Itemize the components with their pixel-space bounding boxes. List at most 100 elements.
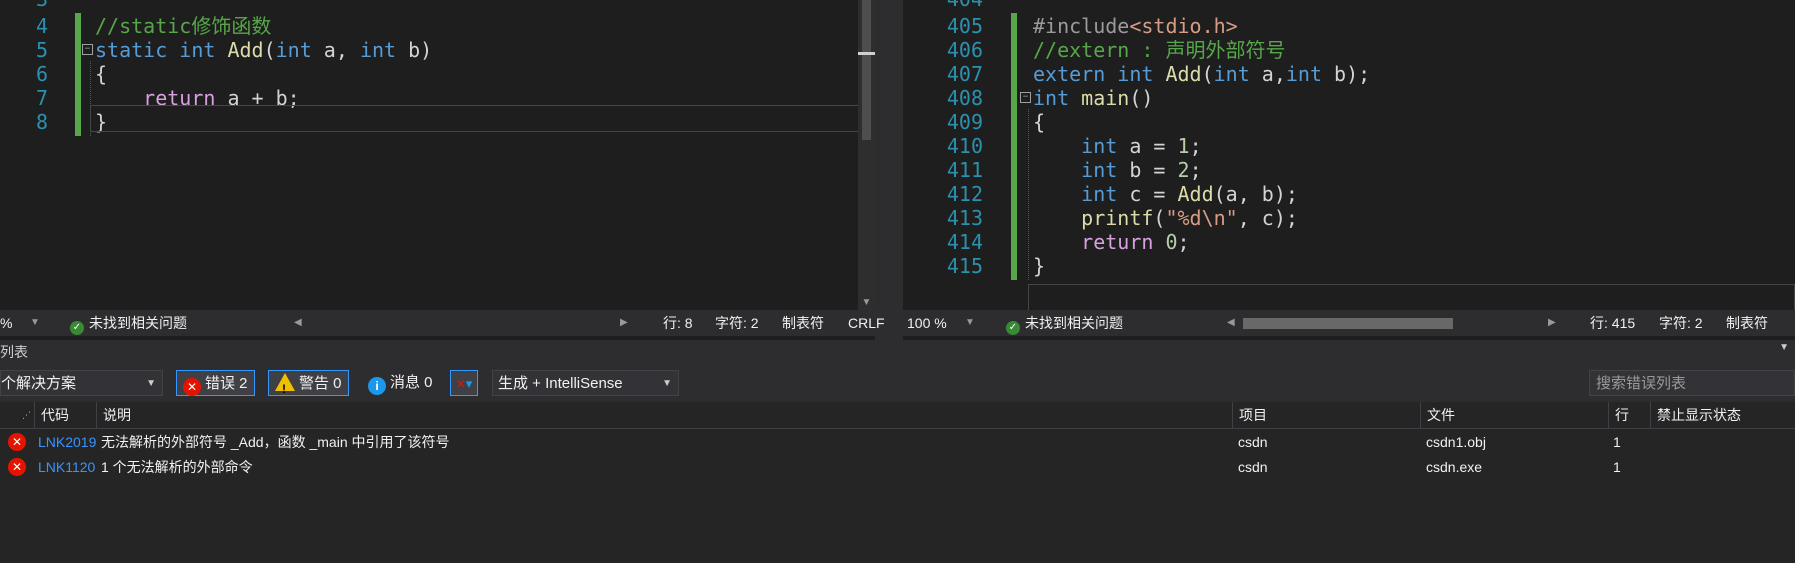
code-text: //static修饰函数 bbox=[95, 13, 271, 40]
indent-guide bbox=[1028, 229, 1029, 256]
table-row[interactable]: ✕ LNK1120 1 个无法解析的外部命令 csdn csdn.exe 1 bbox=[0, 455, 1795, 480]
line-indicator[interactable]: 行: 8 bbox=[663, 310, 693, 336]
horizontal-scroll-thumb[interactable] bbox=[1243, 318, 1453, 329]
line-number: 406 bbox=[946, 38, 983, 62]
line-indicator[interactable]: 行: 415 bbox=[1590, 310, 1635, 336]
code-line[interactable]: 414 return 0; bbox=[903, 229, 1795, 256]
scroll-right-icon[interactable]: ▶ bbox=[620, 310, 628, 336]
code-line[interactable]: 407 extern int Add(int a,int b); bbox=[903, 61, 1795, 88]
zoom-level[interactable]: % bbox=[0, 310, 12, 336]
code-token: ( bbox=[1153, 206, 1166, 230]
panel-menu-icon[interactable]: ▼ bbox=[1779, 342, 1789, 353]
code-line[interactable]: 6{ bbox=[0, 61, 875, 88]
column-code[interactable]: 代码 bbox=[34, 402, 96, 428]
error-code-link[interactable]: LNK2019 bbox=[38, 430, 98, 455]
code-text: printf("%d\n", c); bbox=[1033, 205, 1298, 232]
error-file: csdn.exe bbox=[1426, 459, 1483, 475]
char-indicator[interactable]: 字符: 2 bbox=[715, 310, 759, 336]
errors-filter-toggle[interactable]: ✕ 错误 2 bbox=[176, 370, 255, 396]
code-token: a, bbox=[311, 38, 360, 62]
sort-icon[interactable]: ⋰ bbox=[0, 402, 34, 428]
issues-indicator[interactable]: ✓ 未找到相关问题 bbox=[1006, 310, 1123, 336]
code-token: ( bbox=[263, 38, 276, 62]
build-filter-dropdown[interactable]: 生成 + IntelliSense ▼ bbox=[492, 370, 679, 396]
right-code-editor[interactable]: 404 405 #include<stdio.h> 406 //extern : 声明… bbox=[903, 0, 1795, 310]
code-line[interactable]: 411 int b = 2; bbox=[903, 157, 1795, 184]
code-token: printf bbox=[1081, 206, 1154, 230]
code-token: ; bbox=[1189, 158, 1202, 182]
code-line[interactable]: 4 //static修饰函数 bbox=[0, 13, 875, 40]
code-token: Add bbox=[1165, 62, 1202, 86]
line-number: 415 bbox=[946, 254, 983, 278]
column-suppression[interactable]: 禁止显示状态 bbox=[1650, 402, 1795, 428]
table-row[interactable]: ✕ LNK2019 无法解析的外部符号 _Add，函数 _main 中引用了该符号 c… bbox=[0, 430, 1795, 455]
code-line[interactable]: 405 #include<stdio.h> bbox=[903, 13, 1795, 40]
scope-dropdown[interactable]: 个解决方案 ▼ bbox=[0, 370, 163, 396]
scroll-left-icon[interactable]: ◀ bbox=[1227, 310, 1235, 336]
grid-header: ⋰ 代码 说明 项目 文件 行 禁止显示状态 bbox=[0, 402, 1795, 429]
zoom-dropdown-icon[interactable]: ▼ bbox=[965, 310, 975, 336]
messages-filter-toggle[interactable]: i 消息 0 bbox=[362, 370, 439, 396]
change-indicator bbox=[1011, 205, 1017, 232]
line-number: 4 bbox=[35, 14, 48, 38]
scroll-down-icon[interactable]: ▼ bbox=[858, 297, 875, 308]
code-line[interactable]: 406 //extern : 声明外部符号 bbox=[903, 37, 1795, 64]
current-line-highlight bbox=[90, 105, 860, 132]
collapse-toggle-icon[interactable]: − bbox=[1020, 92, 1031, 103]
issues-text: 未找到相关问题 bbox=[1025, 315, 1123, 331]
error-file: csdn1.obj bbox=[1426, 434, 1486, 450]
search-error-list-input[interactable]: 搜索错误列表 bbox=[1589, 370, 1795, 396]
error-description: 1 个无法解析的外部命令 bbox=[101, 459, 253, 475]
code-line[interactable]: 410 int a = 1; bbox=[903, 133, 1795, 160]
column-line[interactable]: 行 bbox=[1608, 402, 1650, 428]
code-text: int c = Add(a, b); bbox=[1033, 181, 1298, 208]
code-line[interactable]: 412 int c = Add(a, b); bbox=[903, 181, 1795, 208]
column-project[interactable]: 项目 bbox=[1232, 402, 1420, 428]
code-line[interactable]: 409 { bbox=[903, 109, 1795, 136]
code-line[interactable]: 5− static int Add(int a, int b) bbox=[0, 37, 875, 64]
column-description[interactable]: 说明 bbox=[96, 402, 1232, 428]
left-vertical-scrollbar[interactable]: ▼ bbox=[858, 0, 875, 310]
warnings-filter-toggle[interactable]: ! 警告 0 bbox=[268, 370, 349, 396]
code-line[interactable]: 413 printf("%d\n", c); bbox=[903, 205, 1795, 232]
code-text: //extern : 声明外部符号 bbox=[1033, 37, 1285, 64]
tabs-indicator[interactable]: 制表符 bbox=[782, 310, 824, 336]
line-number: 411 bbox=[946, 158, 983, 182]
pane-splitter[interactable] bbox=[875, 0, 903, 340]
line-number: 414 bbox=[946, 230, 983, 254]
left-code-editor[interactable]: 3 4//static修饰函数5−static int Add(int a, i… bbox=[0, 0, 875, 310]
zoom-level[interactable]: 100 % bbox=[907, 310, 947, 336]
code-text: { bbox=[1033, 109, 1045, 136]
code-token: 0 bbox=[1165, 230, 1178, 254]
code-line[interactable]: 415} bbox=[903, 253, 1795, 280]
eol-indicator[interactable]: CRLF bbox=[848, 310, 885, 336]
collapse-toggle-icon[interactable]: − bbox=[82, 44, 93, 55]
line-number: 7 bbox=[35, 86, 48, 110]
char-indicator[interactable]: 字符: 2 bbox=[1659, 310, 1703, 336]
code-token: int bbox=[275, 38, 312, 62]
scroll-thumb[interactable] bbox=[862, 0, 871, 140]
code-token: ( bbox=[1201, 62, 1214, 86]
zoom-dropdown-icon[interactable]: ▼ bbox=[30, 310, 40, 336]
indent-guide bbox=[1028, 157, 1029, 184]
code-line[interactable]: 408 − int main() bbox=[903, 85, 1795, 112]
line-number: 410 bbox=[946, 134, 983, 158]
scroll-right-icon[interactable]: ▶ bbox=[1548, 310, 1556, 336]
scroll-left-icon[interactable]: ◀ bbox=[294, 310, 302, 336]
line-number: 412 bbox=[946, 182, 983, 206]
change-indicator bbox=[1011, 181, 1017, 208]
code-token: b) bbox=[396, 38, 433, 62]
code-token: () bbox=[1129, 86, 1154, 110]
issues-indicator[interactable]: ✓ 未找到相关问题 bbox=[70, 310, 187, 336]
code-token: int bbox=[359, 38, 397, 62]
filter-button[interactable]: ✕▾ bbox=[450, 370, 478, 396]
change-indicator bbox=[1011, 13, 1017, 40]
code-token: 1 bbox=[1177, 134, 1190, 158]
error-code-link[interactable]: LNK1120 bbox=[38, 455, 98, 480]
column-file[interactable]: 文件 bbox=[1420, 402, 1608, 428]
tabs-indicator[interactable]: 制表符 bbox=[1726, 310, 1768, 336]
